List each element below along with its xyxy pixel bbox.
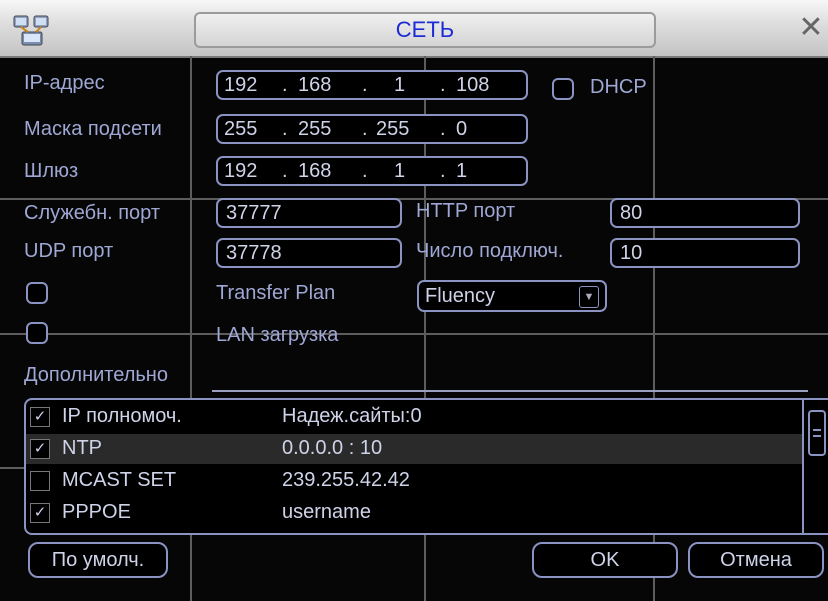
octet-separator: . xyxy=(282,73,288,96)
udp-port-field[interactable]: 37778 xyxy=(216,238,402,268)
cancel-button[interactable]: Отмена xyxy=(688,542,824,578)
advanced-list[interactable]: ✓ IP полномоч. Надеж.сайты:0 ✓ NTP 0.0.0… xyxy=(24,398,828,535)
list-item[interactable]: ✓ IP полномоч. Надеж.сайты:0 xyxy=(26,402,802,432)
list-item[interactable]: MCAST SET 239.255.42.42 xyxy=(26,466,802,496)
connections-field[interactable]: 10 xyxy=(610,238,800,268)
title-bar: СЕТЬ ✕ xyxy=(0,0,828,58)
connections-label: Число подключ. xyxy=(416,240,564,262)
subnet-mask-field[interactable]: 255 . 255 . 255 . 0 xyxy=(216,114,528,144)
octet-separator: . xyxy=(362,159,368,182)
gateway-octet-2: 168 xyxy=(298,159,332,182)
transfer-plan-select[interactable]: Fluency ▼ xyxy=(417,280,607,312)
ip-octet-4: 108 xyxy=(456,73,490,96)
default-button[interactable]: По умолч. xyxy=(28,542,168,578)
subnet-mask-label: Маска подсети xyxy=(24,118,162,140)
grid-line xyxy=(0,333,828,335)
advanced-section-label: Дополнительно xyxy=(24,364,168,386)
gateway-octet-4: 1 xyxy=(456,159,468,182)
octet-separator: . xyxy=(440,73,446,96)
mask-octet-4: 0 xyxy=(456,117,468,140)
service-port-field[interactable]: 37777 xyxy=(216,198,402,228)
list-item-name: IP полномоч. xyxy=(62,405,182,427)
gateway-octet-1: 192 xyxy=(224,159,258,182)
list-item-name: PPPOE xyxy=(62,501,131,523)
list-item-checkbox[interactable] xyxy=(30,471,50,491)
list-item-value: username xyxy=(282,501,371,523)
transfer-plan-label: Transfer Plan xyxy=(216,282,336,304)
list-item-value: 239.255.42.42 xyxy=(282,469,410,491)
gateway-octet-3: 1 xyxy=(394,159,406,182)
network-settings-icon xyxy=(13,15,49,46)
dhcp-label: DHCP xyxy=(590,76,647,98)
octet-separator: . xyxy=(282,117,288,140)
ip-address-label: IP-адрес xyxy=(24,72,105,94)
list-item-checkbox[interactable]: ✓ xyxy=(30,503,50,523)
network-settings-window: СЕТЬ ✕ IP-адрес 192 . 168 . 1 . 108 DHCP… xyxy=(0,0,828,601)
octet-separator: . xyxy=(362,117,368,140)
close-icon[interactable]: ✕ xyxy=(796,10,826,44)
gateway-field[interactable]: 192 . 168 . 1 . 1 xyxy=(216,156,528,186)
list-scrollbar[interactable] xyxy=(802,400,828,533)
udp-port-label: UDP порт xyxy=(24,240,114,262)
gateway-label: Шлюз xyxy=(24,160,79,182)
list-item[interactable]: ✓ PPPOE username xyxy=(26,498,802,528)
octet-separator: . xyxy=(362,73,368,96)
scrollbar-thumb[interactable] xyxy=(808,410,826,456)
list-item-value: 0.0.0.0 : 10 xyxy=(282,437,383,459)
ip-octet-3: 1 xyxy=(394,73,406,96)
list-item-value: Надеж.сайты:0 xyxy=(282,405,422,427)
mask-octet-1: 255 xyxy=(224,117,258,140)
list-item[interactable]: ✓ NTP 0.0.0.0 : 10 xyxy=(26,434,802,464)
mask-octet-2: 255 xyxy=(298,117,332,140)
ip-address-field[interactable]: 192 . 168 . 1 . 108 xyxy=(216,70,528,100)
dhcp-checkbox[interactable] xyxy=(552,78,574,100)
ip-octet-1: 192 xyxy=(224,73,258,96)
http-port-field[interactable]: 80 xyxy=(610,198,800,228)
http-port-label: HTTP порт xyxy=(416,200,516,222)
octet-separator: . xyxy=(282,159,288,182)
advanced-divider xyxy=(212,390,808,392)
list-item-checkbox[interactable]: ✓ xyxy=(30,439,50,459)
list-item-name: MCAST SET xyxy=(62,469,177,491)
ip-octet-2: 168 xyxy=(298,73,332,96)
list-item-checkbox[interactable]: ✓ xyxy=(30,407,50,427)
list-item-name: NTP xyxy=(62,437,102,459)
lan-download-checkbox[interactable] xyxy=(26,322,48,344)
lan-download-label: LAN загрузка xyxy=(216,324,339,346)
octet-separator: . xyxy=(440,117,446,140)
octet-separator: . xyxy=(440,159,446,182)
window-title: СЕТЬ xyxy=(194,12,656,48)
dropdown-arrow-icon[interactable]: ▼ xyxy=(579,286,599,308)
transfer-plan-checkbox[interactable] xyxy=(26,282,48,304)
service-port-label: Служебн. порт xyxy=(24,202,161,224)
mask-octet-3: 255 xyxy=(376,117,410,140)
transfer-plan-value: Fluency xyxy=(425,284,496,307)
ok-button[interactable]: OK xyxy=(532,542,678,578)
